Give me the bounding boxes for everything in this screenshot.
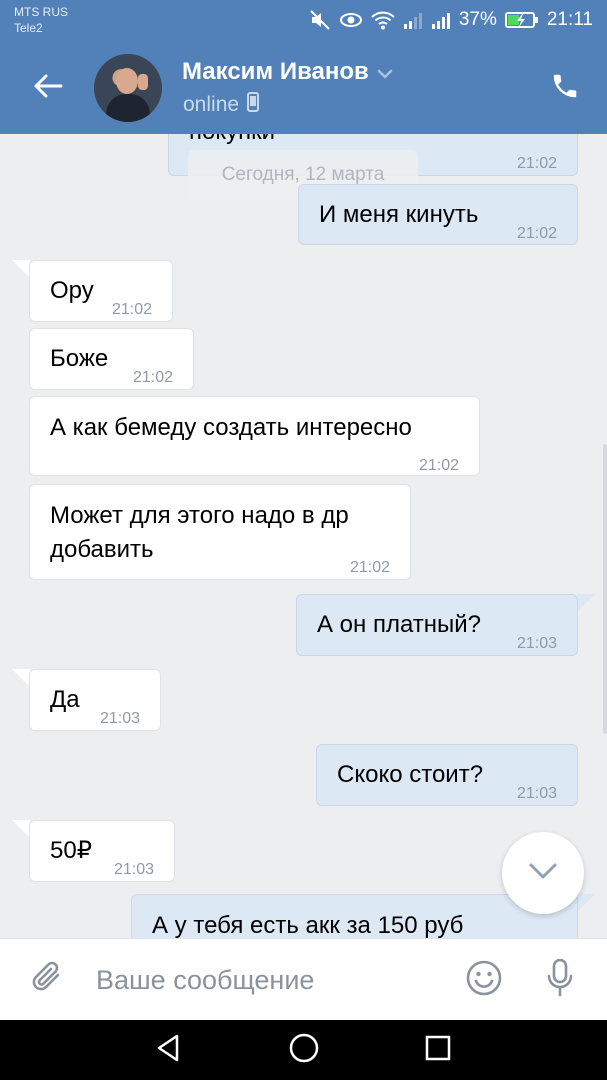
message-text: Боже	[50, 345, 109, 372]
eye-icon	[339, 11, 363, 29]
message-time: 21:03	[516, 635, 557, 652]
message-text: А он платный?	[317, 611, 482, 638]
nav-back-button[interactable]	[150, 1032, 186, 1068]
message-text: покупки	[189, 134, 275, 149]
message-incoming[interactable]: Да 21:03	[29, 669, 161, 731]
message-text: Может для этого надо в др добавить	[50, 502, 349, 563]
status-bar: MTS RUS Tele2 37% 21:11	[0, 0, 607, 42]
emoji-button[interactable]	[462, 958, 506, 1002]
message-outgoing[interactable]: А у тебя есть акк за 150 руб 21:03	[131, 894, 578, 938]
message-time: 21:03	[113, 861, 154, 878]
back-button[interactable]	[26, 66, 70, 110]
signal-2-icon	[431, 11, 451, 29]
online-status: online	[183, 93, 240, 116]
system-navigation-bar	[0, 1020, 607, 1080]
contact-name-button[interactable]: Максим Иванов	[182, 58, 393, 86]
message-text: Скоко стоит?	[337, 761, 484, 788]
scrollbar[interactable]	[603, 444, 607, 734]
clock: 21:11	[546, 9, 593, 30]
square-recents-icon	[424, 1034, 452, 1067]
message-time: 21:02	[516, 155, 557, 172]
mute-icon	[309, 10, 331, 30]
nav-home-button[interactable]	[286, 1032, 322, 1068]
chat-header: Максим Иванов online	[0, 42, 607, 134]
message-text: А у тебя есть акк за 150 руб	[152, 912, 464, 938]
message-time: 21:03	[517, 928, 557, 938]
nav-recents-button[interactable]	[420, 1032, 456, 1068]
message-list[interactable]: покупки 21:02 Сегодня, 12 марта И меня к…	[0, 134, 607, 938]
chevron-down-icon	[377, 58, 393, 86]
wifi-icon	[371, 10, 395, 30]
battery-charging-icon	[504, 11, 539, 29]
bubble-tail	[577, 894, 595, 912]
chevron-down-icon	[528, 862, 558, 885]
scroll-down-button[interactable]	[502, 832, 584, 914]
message-input[interactable]	[96, 959, 436, 1001]
message-outgoing[interactable]: Скоко стоит? 21:03	[316, 744, 578, 806]
message-text: И меня кинуть	[319, 201, 479, 228]
message-time: 21:02	[418, 457, 459, 474]
phone-icon	[550, 71, 580, 106]
status-icons: 37% 21:11	[309, 8, 593, 32]
message-incoming[interactable]: Ору 21:02	[29, 260, 173, 322]
message-time: 21:02	[516, 225, 557, 242]
battery-percent: 37%	[458, 9, 497, 30]
carrier-1: MTS RUS	[14, 5, 68, 19]
triangle-back-icon	[154, 1033, 182, 1068]
message-time: 21:02	[132, 369, 173, 386]
signal-1-icon	[403, 11, 423, 29]
message-outgoing[interactable]: И меня кинуть 21:02	[298, 184, 578, 245]
message-composer	[0, 938, 607, 1020]
carrier-info: MTS RUS Tele2	[14, 4, 68, 36]
message-text: Да	[50, 686, 80, 713]
message-text: Ору	[50, 277, 94, 304]
message-time: 21:03	[516, 785, 557, 802]
contact-status: online	[183, 92, 260, 118]
message-outgoing[interactable]: А он платный? 21:03	[296, 594, 578, 656]
attach-button[interactable]	[26, 957, 70, 1001]
message-time: 21:03	[99, 710, 140, 727]
message-incoming[interactable]: Боже 21:02	[29, 328, 194, 390]
arrow-left-icon	[33, 73, 63, 104]
smiley-icon	[465, 959, 503, 1002]
avatar[interactable]	[94, 54, 162, 122]
message-text: А как бемеду создать интересно	[50, 414, 412, 441]
bubble-tail	[577, 594, 595, 612]
voice-message-button[interactable]	[538, 958, 582, 1002]
bubble-tail	[12, 260, 30, 278]
message-text: 50₽	[50, 837, 92, 864]
call-button[interactable]	[545, 68, 585, 108]
message-incoming[interactable]: А как бемеду создать интересно 21:02	[29, 396, 480, 476]
carrier-2: Tele2	[14, 21, 43, 35]
bubble-tail	[12, 820, 30, 838]
bubble-tail	[12, 669, 30, 687]
message-incoming[interactable]: Может для этого надо в др добавить 21:02	[29, 484, 411, 580]
message-incoming[interactable]: 50₽ 21:03	[29, 820, 175, 882]
message-time: 21:02	[111, 301, 152, 318]
microphone-icon	[545, 958, 575, 1003]
paperclip-icon	[31, 958, 65, 1001]
circle-home-icon	[288, 1032, 320, 1069]
contact-name: Максим Иванов	[182, 58, 369, 85]
message-time: 21:02	[349, 559, 390, 576]
mobile-device-icon	[247, 92, 260, 118]
